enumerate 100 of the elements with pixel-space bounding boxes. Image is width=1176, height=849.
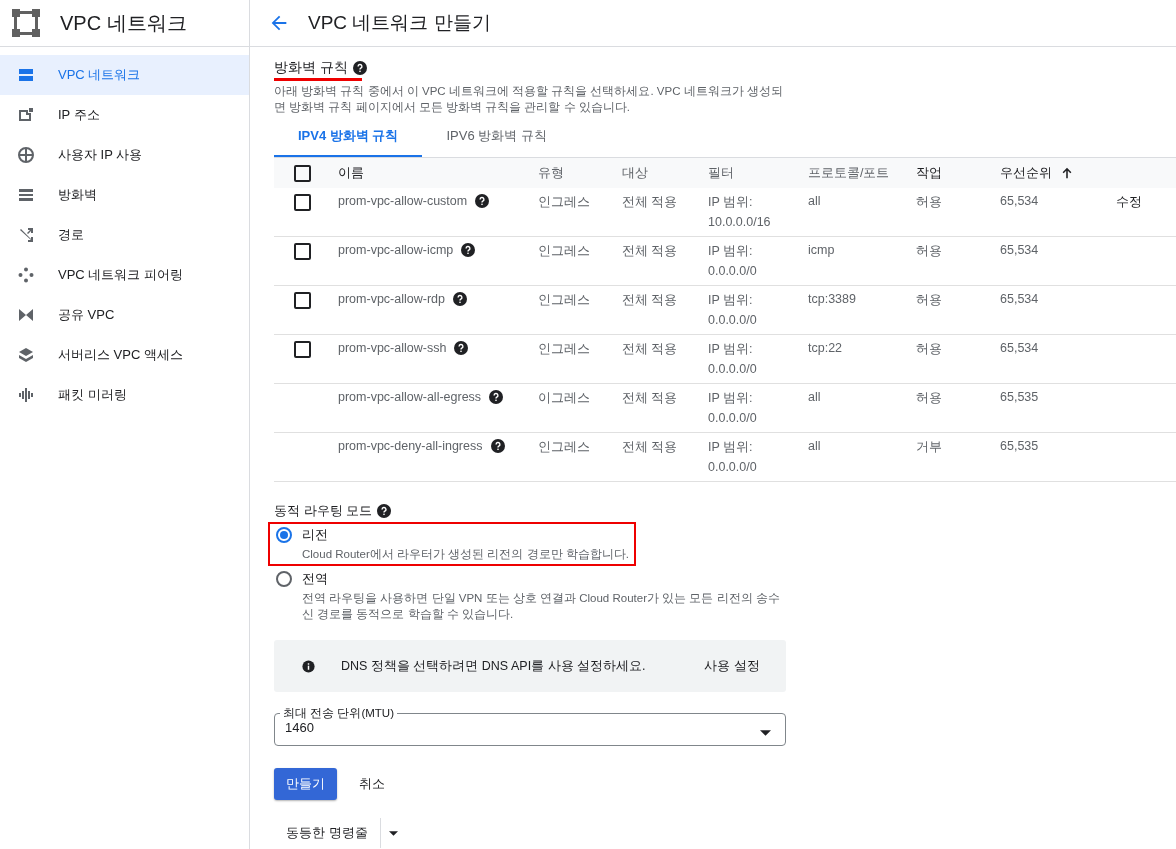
table-cell: all bbox=[808, 194, 821, 208]
sidebar-item[interactable]: 공유 VPC bbox=[0, 295, 249, 335]
column-header: 대상 bbox=[622, 164, 648, 182]
table-cell: 허용 bbox=[916, 292, 942, 309]
edit-link[interactable]: 수정 bbox=[1116, 194, 1142, 211]
table-cell: IP 범위: bbox=[708, 292, 753, 309]
table-cell: 전체 적용 bbox=[622, 243, 678, 260]
table-cell: 인그레스 bbox=[538, 439, 590, 456]
table-cell: IP 범위: bbox=[708, 439, 753, 456]
table-cell: 0.0.0.0/0 bbox=[708, 362, 757, 376]
table-cell: 전체 적용 bbox=[622, 194, 678, 211]
rule-name: prom-vpc-allow-icmp bbox=[338, 243, 454, 257]
table-cell: 65,534 bbox=[1000, 194, 1039, 208]
table-cell: 0.0.0.0/0 bbox=[708, 460, 757, 474]
help-icon[interactable] bbox=[475, 194, 490, 208]
row-checkbox[interactable] bbox=[294, 194, 311, 211]
radio-description: 전역 라우팅을 사용하면 단일 VPN 또는 상호 연결과 Cloud Router가 있는 모든 리전의 송수신 경로를 동적으로 학습할 수 있습니다. bbox=[302, 591, 781, 622]
table-cell: 65,534 bbox=[1000, 341, 1039, 355]
row-checkbox[interactable] bbox=[294, 341, 311, 358]
table-cell: IP 범위: bbox=[708, 194, 753, 211]
dropdown-caret-icon bbox=[760, 730, 771, 736]
radio-button[interactable] bbox=[276, 571, 292, 587]
info-icon bbox=[302, 659, 315, 673]
column-header[interactable]: 우선순위 bbox=[1000, 164, 1052, 182]
section-description: 아래 방화벽 규칙 중에서 이 VPC 네트워크에 적용할 규칙을 선택하세요. VPC 네트워크가 생성되면 방화벽 규칙 페이지에서 모든 방화벽 규칙을 관리할 수 있습니다. bbox=[274, 84, 784, 115]
rule-name: prom-vpc-allow-all-egress bbox=[338, 390, 482, 404]
table-cell: all bbox=[808, 390, 821, 404]
notice-text: DNS 정책을 선택하려면 DNS API를 사용 설정하세요. bbox=[341, 657, 647, 675]
table-cell: 전체 적용 bbox=[622, 292, 678, 309]
signal-icon bbox=[18, 387, 34, 403]
rule-name: prom-vpc-deny-all-ingress bbox=[338, 439, 483, 453]
table-cell: 전체 적용 bbox=[622, 439, 678, 456]
table-cell: tcp:3389 bbox=[808, 292, 856, 306]
table-cell: 0.0.0.0/0 bbox=[708, 313, 757, 327]
table-cell: icmp bbox=[808, 243, 835, 257]
sidebar-item[interactable]: 경로 bbox=[0, 215, 249, 255]
sidebar-item[interactable]: 방화벽 bbox=[0, 175, 249, 215]
column-header: 작업 bbox=[916, 164, 942, 182]
radio-button[interactable] bbox=[276, 527, 292, 543]
table-cell: 65,535 bbox=[1000, 439, 1039, 453]
section-heading: 동적 라우팅 모드 bbox=[274, 502, 373, 520]
create-button[interactable]: 만들기 bbox=[274, 768, 337, 800]
radio-label: 리전 bbox=[302, 526, 329, 544]
sidebar-item[interactable]: 사용자 IP 사용 bbox=[0, 135, 249, 175]
help-icon[interactable] bbox=[377, 504, 392, 518]
radio-label: 전역 bbox=[302, 570, 329, 588]
table-cell: IP 범위: bbox=[708, 390, 753, 407]
table-cell: IP 범위: bbox=[708, 341, 753, 358]
cancel-button[interactable]: 취소 bbox=[347, 769, 397, 799]
help-icon[interactable] bbox=[490, 439, 505, 453]
rule-name: prom-vpc-allow-rdp bbox=[338, 292, 445, 306]
command-line-button[interactable]: 동등한 명령줄 bbox=[274, 818, 380, 848]
help-icon[interactable] bbox=[352, 61, 367, 75]
column-header: 이름 bbox=[338, 164, 364, 182]
table-cell: 65,535 bbox=[1000, 390, 1039, 404]
mtu-select[interactable]: 최대 전송 단위(MTU) 1460 bbox=[274, 706, 786, 746]
table-cell: all bbox=[808, 439, 821, 453]
page-title: VPC 네트워크 만들기 bbox=[308, 11, 491, 35]
table-cell: IP 범위: bbox=[708, 243, 753, 260]
row-checkbox[interactable] bbox=[294, 243, 311, 260]
table-cell: 0.0.0.0/0 bbox=[708, 264, 757, 278]
dropdown-caret-icon[interactable] bbox=[388, 830, 398, 836]
help-icon[interactable] bbox=[489, 390, 504, 404]
enable-button[interactable]: 사용 설정 bbox=[700, 653, 764, 679]
table-cell: tcp:22 bbox=[808, 341, 843, 355]
table-cell: 인그레스 bbox=[538, 243, 590, 260]
column-header: 유형 bbox=[538, 164, 564, 182]
table-cell: 허용 bbox=[916, 390, 942, 407]
sidebar-item[interactable]: VPC 네트워크 피어링 bbox=[0, 255, 249, 295]
table-cell: 허용 bbox=[916, 243, 942, 260]
help-icon[interactable] bbox=[453, 292, 467, 306]
rule-name: prom-vpc-allow-ssh bbox=[338, 341, 447, 355]
table-cell: 65,534 bbox=[1000, 292, 1039, 306]
column-header: 필터 bbox=[708, 164, 734, 182]
sidebar-item[interactable]: 패킷 미러링 bbox=[0, 375, 249, 415]
table-cell: 이그레스 bbox=[538, 390, 590, 407]
section-heading: 방화벽 규칙 bbox=[274, 59, 348, 77]
field-label: 최대 전송 단위(MTU) bbox=[282, 706, 395, 720]
sidebar-item[interactable]: 서버리스 VPC 액세스 bbox=[0, 335, 249, 375]
row-checkbox[interactable] bbox=[294, 292, 311, 309]
table-cell: 허용 bbox=[916, 341, 942, 358]
table-cell: 전체 적용 bbox=[622, 341, 678, 358]
sort-arrow-icon[interactable] bbox=[1060, 166, 1074, 180]
table-cell: 인그레스 bbox=[538, 194, 590, 211]
rule-name: prom-vpc-allow-custom bbox=[338, 194, 468, 208]
table-cell: 10.0.0.0/16 bbox=[708, 215, 771, 229]
select-value: 1460 bbox=[285, 720, 314, 735]
help-icon[interactable] bbox=[461, 243, 476, 257]
table-cell: 인그레스 bbox=[538, 341, 590, 358]
nodes-icon bbox=[18, 267, 34, 283]
tab[interactable]: IPV6 방화벽 규칙 bbox=[422, 119, 571, 157]
table-cell: 전체 적용 bbox=[622, 390, 678, 407]
sidebar-item[interactable]: VPC 네트워크 bbox=[0, 55, 249, 95]
help-icon[interactable] bbox=[454, 341, 469, 355]
radio-description: Cloud Router에서 라우터가 생성된 리전의 경로만 학습합니다. bbox=[302, 547, 629, 562]
table-cell: 허용 bbox=[916, 194, 942, 211]
select-all-checkbox[interactable] bbox=[294, 164, 311, 182]
sidebar-item[interactable]: IP 주소 bbox=[0, 95, 249, 135]
app-title: VPC 네트워크 bbox=[60, 10, 187, 36]
table-cell: 65,534 bbox=[1000, 243, 1039, 257]
